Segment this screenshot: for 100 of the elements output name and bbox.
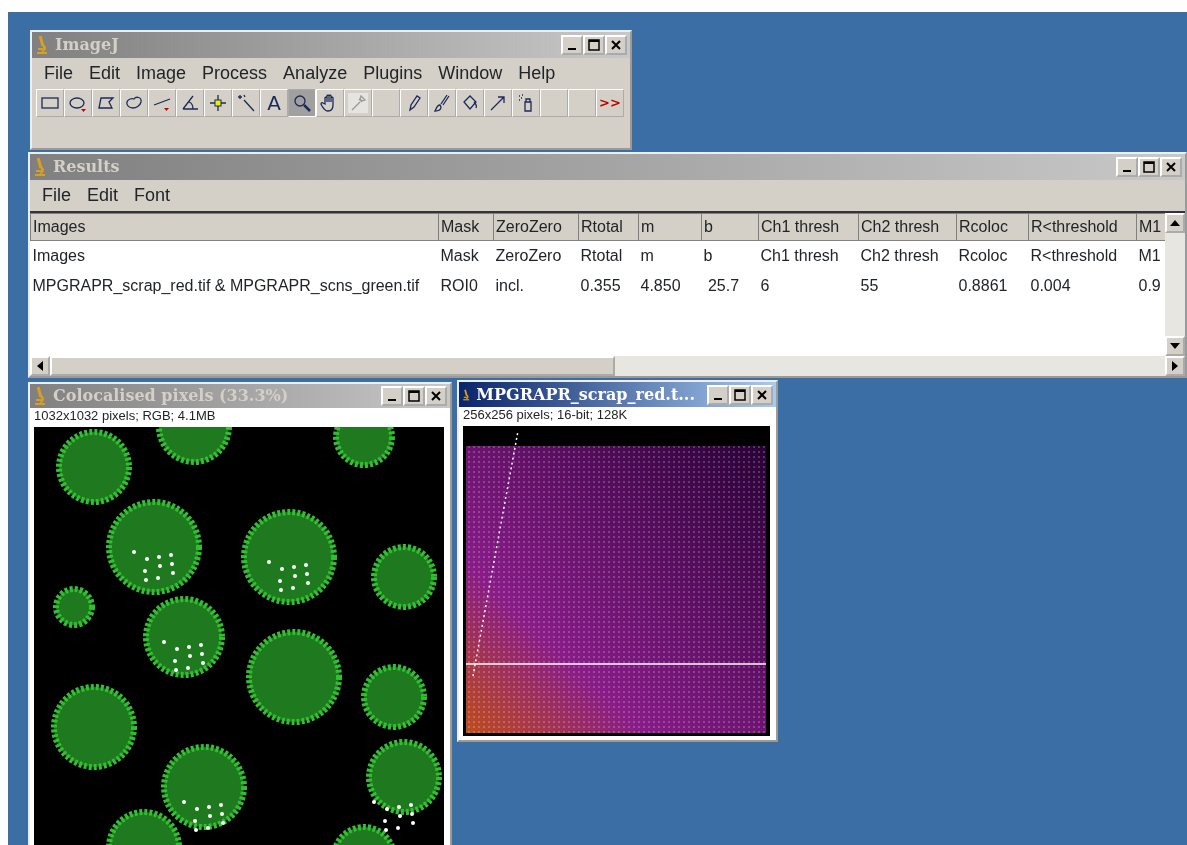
column-header[interactable]: Images <box>30 213 439 241</box>
tool-button[interactable] <box>484 89 512 117</box>
menu-item[interactable]: File <box>34 182 79 209</box>
maximize-button[interactable] <box>583 35 605 55</box>
microscope-icon <box>35 35 49 55</box>
menu-item[interactable]: Analyze <box>275 60 356 87</box>
column-header[interactable]: Mask <box>438 213 494 241</box>
tool-button[interactable] <box>456 89 484 117</box>
table-cell: Rcoloc <box>956 240 1029 271</box>
scrollbar-thumb[interactable] <box>50 356 615 376</box>
image-info-text: 256x256 pixels; 16-bit; 128K <box>459 407 776 422</box>
tool-button[interactable] <box>288 89 316 117</box>
table-cell: Mask <box>438 240 494 271</box>
left-arrow-icon <box>37 361 43 371</box>
up-arrow-icon <box>1170 220 1180 226</box>
tool-button[interactable]: A <box>260 89 288 117</box>
close-button[interactable] <box>751 384 773 405</box>
menu-item[interactable]: Process <box>194 60 276 87</box>
tool-button[interactable] <box>512 89 540 117</box>
close-icon <box>1166 162 1176 172</box>
scroll-down-button[interactable] <box>1165 336 1185 356</box>
table-cell-text: ROI0 <box>439 276 479 296</box>
minimize-icon <box>1123 170 1131 172</box>
tool-button[interactable]: >> <box>596 89 624 117</box>
table-cell: Ch2 thresh <box>858 240 957 271</box>
table-cell-text: 4.850 <box>639 276 682 296</box>
menu-item[interactable]: Image <box>128 60 195 87</box>
table-cell: Images <box>30 240 439 271</box>
tool-button[interactable] <box>400 89 428 117</box>
column-header[interactable]: Rcoloc <box>956 213 1029 241</box>
column-header[interactable]: Rtotal <box>578 213 639 241</box>
maximize-icon <box>1143 161 1155 173</box>
column-header[interactable]: R<threshold <box>1028 213 1137 241</box>
close-button[interactable] <box>1160 157 1182 177</box>
microscope-icon <box>33 157 47 177</box>
column-header[interactable]: M1 <box>1136 213 1165 241</box>
tool-button[interactable] <box>204 89 232 117</box>
scroll-right-button[interactable] <box>1165 356 1185 376</box>
tool-button[interactable] <box>92 89 120 117</box>
column-header[interactable]: Ch2 thresh <box>858 213 957 241</box>
close-icon <box>431 391 441 401</box>
table-cell-text: 0.8861 <box>957 276 1009 296</box>
minimize-icon <box>714 397 722 400</box>
minimize-icon <box>568 48 576 50</box>
table-cell-text: 0.004 <box>1029 276 1072 296</box>
menu-item[interactable]: Font <box>126 182 179 209</box>
down-arrow-icon <box>1170 343 1180 349</box>
image-info-text: 1032x1032 pixels; RGB; 4.1MB <box>30 408 450 423</box>
menu-item[interactable]: Plugins <box>355 60 431 87</box>
tool-button[interactable] <box>64 89 92 117</box>
table-cell: Ch1 thresh <box>758 240 859 271</box>
menu-item[interactable]: Window <box>430 60 511 87</box>
table-cell: m <box>638 240 702 271</box>
column-header[interactable]: ZeroZero <box>493 213 579 241</box>
close-button[interactable] <box>605 35 627 55</box>
table-cell-text: 6 <box>759 276 771 296</box>
close-icon <box>757 389 767 400</box>
minimize-button[interactable] <box>381 386 403 406</box>
table-cell: M1 <box>1136 240 1165 271</box>
menu-item[interactable]: Edit <box>81 60 129 87</box>
window-title: ImageJ <box>55 34 119 56</box>
column-header[interactable]: m <box>638 213 702 241</box>
menu-item[interactable]: Edit <box>79 182 127 209</box>
table-cell: Rtotal <box>578 240 639 271</box>
table-cell: b <box>701 240 759 271</box>
table-cell-text: MPGRAPR_scrap_red.tif & MPGRAPR_scns_green.tif <box>31 276 421 296</box>
table-cell: R<threshold <box>1028 240 1137 271</box>
minimize-button[interactable] <box>707 384 729 405</box>
close-button[interactable] <box>425 386 447 406</box>
tool-button[interactable] <box>316 89 344 117</box>
right-arrow-icon <box>1172 361 1178 371</box>
tool-button[interactable] <box>428 89 456 117</box>
tool-button[interactable] <box>232 89 260 117</box>
maximize-button[interactable] <box>403 386 425 406</box>
tool-button[interactable] <box>148 89 176 117</box>
scroll-left-button[interactable] <box>30 356 50 376</box>
tool-button[interactable] <box>36 89 64 117</box>
wand-icon <box>236 93 256 113</box>
angle-icon <box>180 93 200 113</box>
crosshair-icon <box>208 93 228 113</box>
tool-button[interactable] <box>120 89 148 117</box>
table-cell-text: 55 <box>859 276 880 296</box>
maximize-button[interactable] <box>1138 157 1160 177</box>
minimize-button[interactable] <box>561 35 583 55</box>
brush-icon <box>432 93 452 113</box>
horizontal-scrollbar[interactable] <box>30 356 1185 376</box>
table-cell-text: incl. <box>494 276 525 296</box>
table-cell: ZeroZero <box>493 240 579 271</box>
menu-item[interactable]: File <box>36 60 81 87</box>
menu-item[interactable]: Help <box>510 60 564 87</box>
maximize-icon <box>588 39 600 51</box>
minimize-button[interactable] <box>1116 157 1138 177</box>
column-header[interactable]: Ch1 thresh <box>758 213 859 241</box>
minimize-icon <box>388 399 396 401</box>
arrow-icon <box>488 93 508 113</box>
vertical-scrollbar[interactable] <box>1165 213 1185 356</box>
scroll-up-button[interactable] <box>1165 213 1185 233</box>
column-header[interactable]: b <box>701 213 759 241</box>
tool-button[interactable] <box>176 89 204 117</box>
maximize-button[interactable] <box>729 384 751 405</box>
